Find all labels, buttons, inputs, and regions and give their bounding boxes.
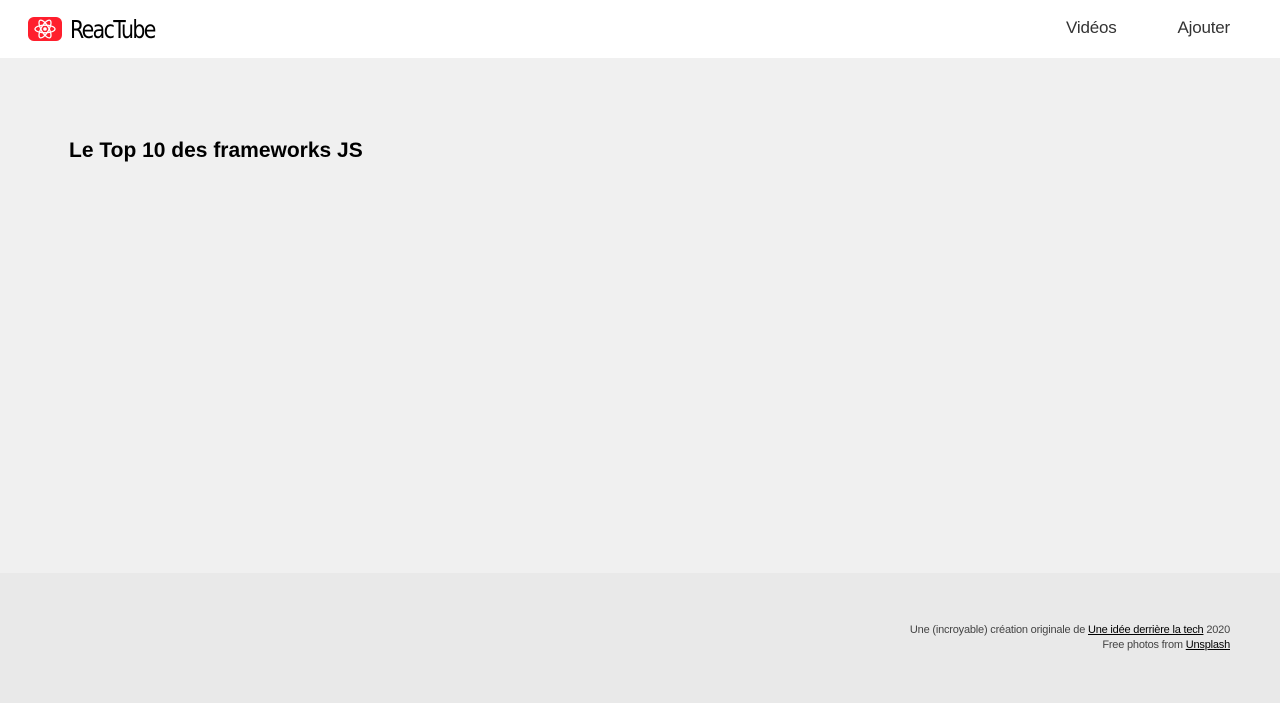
creator-link[interactable]: Une idée derrière la tech [1088,624,1204,636]
footer: Une (incroyable) création originale de U… [0,573,1280,703]
brand-name: ReacTube [70,14,156,44]
credit-prefix: Une (incroyable) création originale de [909,624,1088,636]
photo-credit-prefix: Free photos from [1102,639,1186,651]
video-detail: Le Top 10 des frameworks JS [0,58,1280,573]
top-bar: ReacTube Vidéos Ajouter [0,0,1280,58]
footer-photo-line: Free photos from Unsplash [910,638,1230,653]
video-title: Le Top 10 des frameworks JS [69,139,363,162]
footer-credit-line: Une (incroyable) création originale de U… [910,623,1230,638]
credit-year: 2020 [1203,624,1230,636]
page: ReacTube Vidéos Ajouter Le Top 10 des fr… [0,0,1280,703]
unsplash-link[interactable]: Unsplash [1186,639,1230,651]
react-atom-icon [28,17,62,41]
footer-credits: Une (incroyable) création originale de U… [910,623,1230,653]
main-nav: Vidéos Ajouter [1005,18,1230,38]
nav-link-add[interactable]: Ajouter [1178,18,1231,38]
nav-link-videos[interactable]: Vidéos [1066,18,1117,38]
brand-logo-link[interactable]: ReacTube [28,14,173,44]
